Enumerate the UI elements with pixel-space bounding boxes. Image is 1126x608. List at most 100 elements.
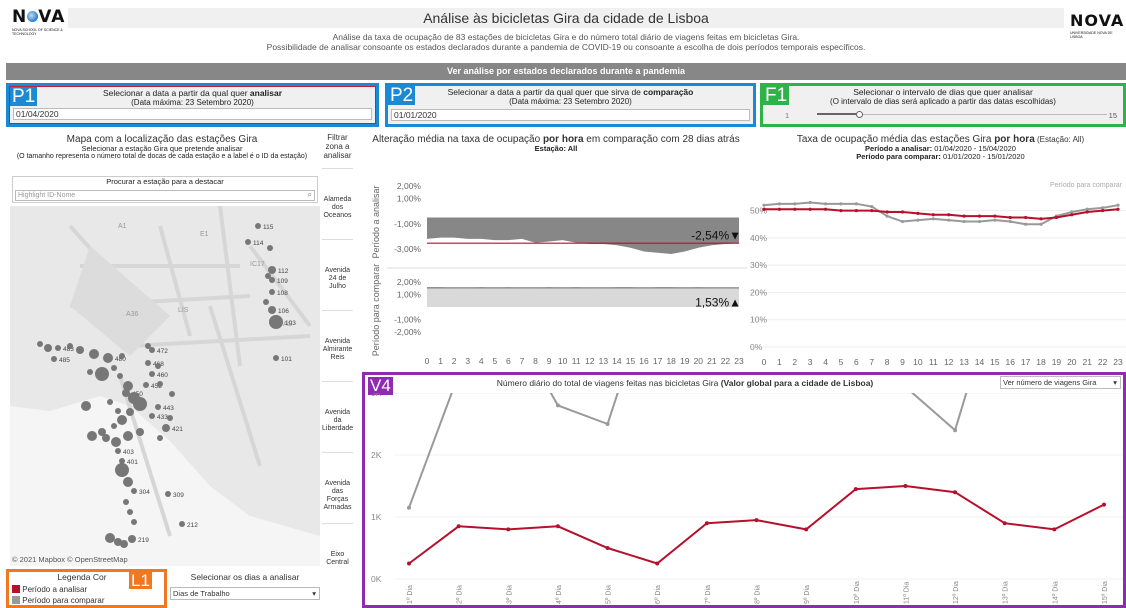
stations-map[interactable]: A1 E1 IC17 A36 LIS DAS 115 114 112 109 108 106 103 1… <box>10 206 320 566</box>
p2-tag: P2 <box>388 85 416 106</box>
zone-filter-item[interactable]: Eixo Central <box>322 523 353 594</box>
occupancy-point <box>962 214 966 218</box>
hour-tick: 20 <box>1067 357 1077 367</box>
hour-tick: 13 <box>959 357 969 367</box>
occupancy-point <box>977 214 982 218</box>
row1-tick: 1,00% <box>397 194 422 204</box>
row1-tick: -3,00% <box>394 244 421 254</box>
legend-item-compare[interactable]: Período para comparar <box>12 596 105 606</box>
occupancy-point <box>885 210 889 214</box>
day-tick: 2º Dia <box>457 585 464 604</box>
station-label: 219 <box>138 537 149 544</box>
occupancy-point <box>900 210 905 214</box>
trips-metric-dropdown[interactable]: Ver número de viagens Gira ▾ <box>1000 376 1121 389</box>
p2-date-input[interactable]: 01/01/2020 <box>391 109 750 121</box>
occupancy-point <box>823 202 828 206</box>
hour-tick: 3 <box>808 357 813 367</box>
compare-area <box>427 287 739 307</box>
occupancy-point <box>1054 215 1059 220</box>
occupancy-point <box>931 213 935 217</box>
station-dot <box>111 423 117 429</box>
hour-tick: 13 <box>599 356 609 366</box>
chevron-down-icon: ▾ <box>312 589 316 598</box>
occupancy-point <box>1008 219 1012 224</box>
station-dot <box>123 431 133 441</box>
occupancy-chart[interactable]: 0%10%20%30%40%50%Período para comparar0 1… <box>750 175 1126 370</box>
day-tick: 6º Dia <box>655 585 662 604</box>
days-filter-dropdown[interactable]: Dias de Trabalho ▾ <box>170 587 320 600</box>
station-dot <box>157 435 163 441</box>
occupancy-point <box>1039 222 1043 226</box>
days-filter: Selecionar os dias a analisar Dias de Tr… <box>170 572 320 604</box>
trips-point <box>853 487 858 492</box>
zone-filter-item[interactable]: Avenida 24 de Julho <box>322 239 353 310</box>
map-note: (O tamanho representa o número total de … <box>16 153 308 160</box>
days-filter-title: Selecionar os dias a analisar <box>190 572 300 582</box>
station-dot <box>255 223 261 229</box>
hour-tick: 8 <box>533 356 538 366</box>
hour-tick: 23 <box>1113 357 1123 367</box>
occupancy-point <box>808 200 812 205</box>
p1-label: Selecionar a data a partir da qual quer … <box>102 88 283 98</box>
hour-tick: 11 <box>929 357 938 367</box>
occupancy-point <box>854 202 858 206</box>
hour-tick: 11 <box>572 356 581 366</box>
trips-point <box>456 524 461 529</box>
zone-filter-item[interactable]: Avenida Almirante Reis <box>322 310 353 381</box>
zone-filter-item[interactable]: Avenida das Forças Armadas <box>322 452 353 523</box>
hour-tick: 14 <box>612 356 622 366</box>
p1-date-input[interactable]: 01/04/2020 <box>13 108 372 120</box>
hour-tick: 10 <box>913 357 923 367</box>
trips-point <box>1102 502 1106 507</box>
logo-globe-icon <box>27 11 39 22</box>
change-chart-header: Alteração média na taxa de ocupação por … <box>365 134 747 153</box>
p1-max-date: (Data máxima: 23 Setembro 2020) <box>131 98 254 107</box>
map-svg[interactable]: A1E1IC17A36LISDAS 1151141121091081061031… <box>10 206 320 566</box>
occupancy-point <box>762 203 766 207</box>
occupancy-line <box>763 201 1119 226</box>
day-tick: 13º Dia <box>1003 581 1010 604</box>
day-tick: 8º Dia <box>755 585 762 604</box>
trips-point <box>804 527 809 532</box>
day-tick: 4º Dia <box>556 585 563 604</box>
hour-tick: 22 <box>1098 357 1108 367</box>
zone-filter-item[interactable]: Avenida da Liberdade <box>322 381 353 452</box>
station-dot <box>126 408 134 416</box>
trips-line <box>408 393 968 509</box>
pandemic-view-button[interactable]: Ver análise por estados declarados duran… <box>6 63 1126 80</box>
station-search-input[interactable]: Highlight ID-Nome <box>15 190 315 201</box>
station-dot <box>157 381 163 387</box>
trips-point <box>605 422 610 426</box>
station-dot <box>115 463 129 477</box>
change-chart[interactable]: Período a analisar Período para comparar 2… <box>365 160 747 370</box>
occupancy-point <box>793 207 797 211</box>
hour-tick: 19 <box>680 356 690 366</box>
legend-swatch-grey <box>12 596 20 604</box>
hour-tick: 2 <box>452 356 457 366</box>
station-dot <box>111 365 117 371</box>
subtitle-line-1: Análise da taxa de ocupação de 83 estaçõ… <box>332 32 800 42</box>
station-dot <box>115 408 121 414</box>
f1-slider-handle[interactable] <box>856 111 863 118</box>
day-tick: 10º Dia <box>854 581 861 604</box>
compare-value-label: 1,53%▲ <box>695 295 741 309</box>
zone-filter-item[interactable]: Alameda dos Oceanos <box>322 168 353 239</box>
day-tick: 1º Dia <box>407 585 414 604</box>
station-dot <box>102 434 110 442</box>
station-dot <box>55 345 61 351</box>
hour-tick: 12 <box>944 357 954 367</box>
station-dot <box>51 356 57 362</box>
y-tick: 1K <box>371 512 382 522</box>
hour-tick: 22 <box>721 356 731 366</box>
trips-point <box>555 403 560 408</box>
hour-tick: 14 <box>975 357 985 367</box>
legend-item-analyze[interactable]: Período a analisar <box>12 585 87 595</box>
day-tick: 3º Dia <box>506 585 513 604</box>
row1-tick: 2,00% <box>397 181 422 191</box>
occupancy-point <box>885 214 889 218</box>
day-tick: 14º Dia <box>1052 581 1059 604</box>
trips-chart[interactable]: 5K4K3K2K1K0K1º Dia2º Dia3º Dia4º Dia5º D… <box>365 393 1123 605</box>
occupancy-point <box>916 218 920 222</box>
occupancy-point <box>962 219 966 224</box>
p1-date-panel: P1 Selecionar a data a partir da qual qu… <box>6 83 379 127</box>
